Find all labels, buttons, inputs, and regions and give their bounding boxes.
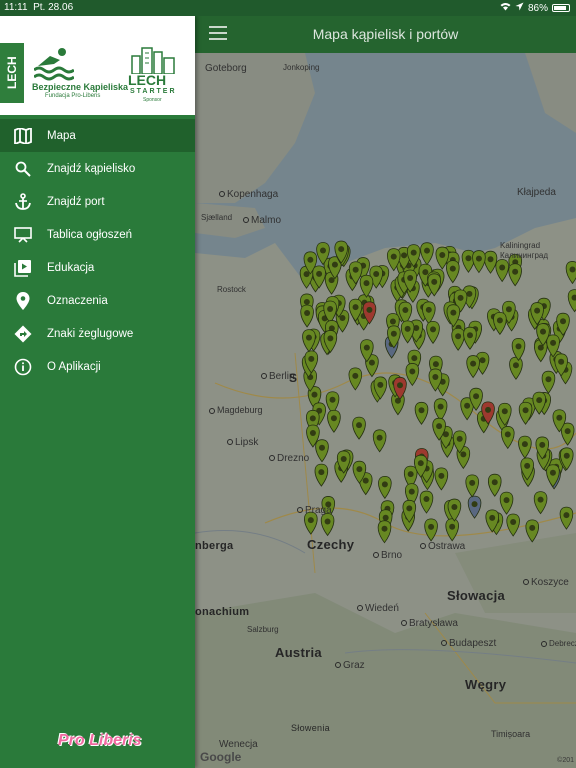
navigation-drawer: LECH Bezpieczne Kąpieliska Fundacja Pro-… [0,16,195,768]
menu-item-label: Znajdź kąpielisko [47,162,136,175]
country-label: Węgry [465,677,507,692]
lech-logo: LECH [0,43,24,103]
battery-icon [552,4,570,12]
city-label: Калининград [500,251,549,260]
status-time: 11:11 [4,2,28,13]
city-label: Bratysława [401,618,458,629]
presentation-board-icon [13,225,33,245]
search-icon [13,159,33,179]
anchor-icon [13,192,33,212]
pro-liberis-logo: Pro Liberis [58,732,142,749]
menu-item-znaki-zeglugowe[interactable]: Znaki żeglugowe [0,317,195,350]
sponsor-name-sub: STARTER [130,88,177,95]
app-bar: Mapa kąpielisk i portów [195,16,576,53]
map-copyright: ©201 [557,757,574,764]
directions-icon [13,324,33,344]
wifi-icon [500,2,511,14]
city-label: Malmo [243,215,281,226]
map-view[interactable]: Goteborg Jonkoping Kopenhaga Sjælland Ma… [195,53,576,768]
city-label: Kaliningrad [500,241,541,250]
menu-item-label: Edukacja [47,261,95,274]
location-pin-icon [13,291,33,311]
logo-subtitle: Fundacja Pro-Liberis [45,93,101,99]
menu-item-o-aplikacji[interactable]: O Aplikacji [0,350,195,383]
city-label: Rostock [217,285,246,294]
city-label: Brno [373,550,402,561]
battery-fill [554,6,567,10]
city-label: Wiedeń [357,603,399,614]
menu-item-label: Oznaczenia [47,294,108,307]
menu-item-oznaczenia[interactable]: Oznaczenia [0,284,195,317]
menu-item-label: Znaki żeglugowe [47,327,134,340]
partial-map-label: nberga [195,540,234,552]
city-label: Sjælland [201,213,233,222]
menu-item-label: Mapa [47,129,76,142]
city-label: Kopenhaga [219,189,278,200]
partial-map-label: S [289,371,298,385]
menu-item-label: Znajdź port [47,195,105,208]
city-label: Timișoara [491,729,531,739]
drawer-menu: Mapa Znajdź kąpielisko Znajdź port Tabli… [0,119,195,383]
city-label: Goteborg [205,63,247,74]
google-logo: Google [200,750,242,764]
menu-item-znajdz-kapielisko[interactable]: Znajdź kąpielisko [0,152,195,185]
city-label: Jonkoping [283,63,320,72]
menu-item-edukacja[interactable]: Edukacja [0,251,195,284]
battery-percent: 86% [527,2,548,14]
city-label: Debreczyn [541,639,576,648]
partial-map-label: onachium [195,606,250,618]
city-label: Lipsk [227,437,258,448]
info-icon [13,357,33,377]
country-label: Austria [275,645,322,660]
city-label: Wenecja [219,739,258,750]
menu-item-znajdz-port[interactable]: Znajdź port [0,185,195,218]
city-label: Koszyce [523,577,569,588]
city-label: Praga [297,505,332,516]
city-skyline-icon [131,47,175,74]
city-label: Graz [335,660,365,671]
country-label: Czechy [307,537,355,552]
menu-item-tablica-ogloszen[interactable]: Tablica ogłoszeń [0,218,195,251]
country-label: Słowenia [291,723,330,733]
city-label: Drezno [269,453,309,464]
menu-item-label: O Aplikacji [47,360,101,373]
status-bar: 11:11 Pt. 28.06 86% [0,0,576,16]
country-label: Słowacja [447,588,506,603]
map-icon [13,126,33,146]
sponsor-label: Sponsor [143,97,162,103]
logo-title: Bezpieczne Kąpieliska [32,82,129,92]
status-date: Pt. 28.06 [33,2,74,13]
city-label: Salzburg [247,625,279,634]
swimmer-logo-icon [34,48,74,81]
city-label: Magdeburg [209,405,263,415]
sponsor-name: LECH [128,72,167,88]
drawer-header: LECH Bezpieczne Kąpieliska Fundacja Pro-… [0,16,195,115]
city-label: Ostrawa [420,541,465,552]
city-label: Kłajpeda [517,187,556,198]
location-arrow-icon [515,2,524,14]
city-label: Budapeszt [441,638,496,649]
video-library-icon [13,258,33,278]
app-title: Mapa kąpielisk i portów [312,26,459,42]
menu-item-mapa[interactable]: Mapa [0,119,195,152]
menu-item-label: Tablica ogłoszeń [47,228,133,241]
